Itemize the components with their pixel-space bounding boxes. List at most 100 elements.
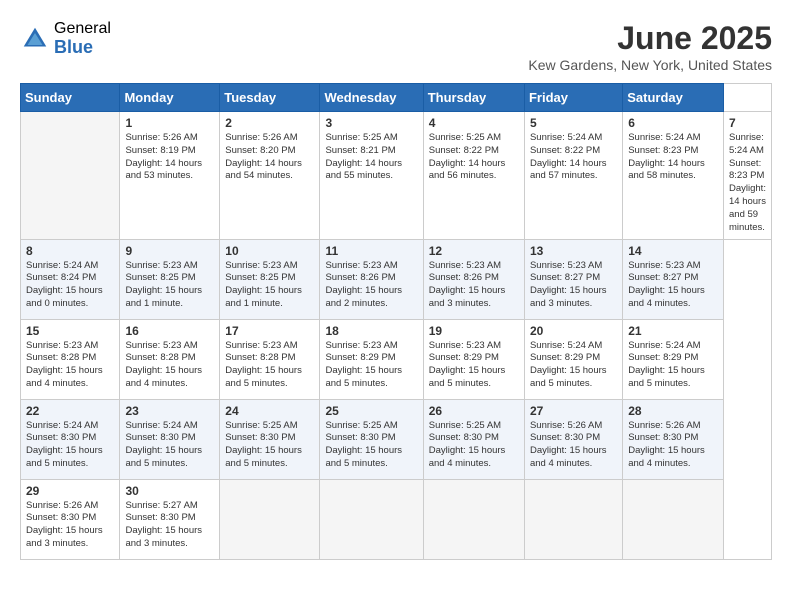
day-info: Sunrise: 5:24 AM Sunset: 8:29 PM Dayligh… (530, 340, 617, 391)
day-info: Sunrise: 5:25 AM Sunset: 8:22 PM Dayligh… (429, 132, 519, 183)
calendar-cell: 30 Sunrise: 5:27 AM Sunset: 8:30 PM Dayli… (120, 479, 220, 559)
day-info: Sunrise: 5:24 AM Sunset: 8:24 PM Dayligh… (26, 260, 114, 311)
calendar-cell: 23 Sunrise: 5:24 AM Sunset: 8:30 PM Dayli… (120, 399, 220, 479)
calendar-cell: 3 Sunrise: 5:25 AM Sunset: 8:21 PM Daylig… (320, 112, 423, 240)
day-number: 20 (530, 324, 617, 338)
day-info: Sunrise: 5:23 AM Sunset: 8:27 PM Dayligh… (628, 260, 718, 311)
logo-text: General Blue (54, 20, 111, 57)
day-info: Sunrise: 5:23 AM Sunset: 8:27 PM Dayligh… (530, 260, 617, 311)
weekday-header-monday: Monday (120, 84, 220, 112)
calendar-cell: 6Sunrise: 5:24 AM Sunset: 8:23 PM Daylig… (623, 112, 724, 240)
day-number: 30 (125, 484, 214, 498)
day-info: Sunrise: 5:26 AM Sunset: 8:20 PM Dayligh… (225, 132, 314, 183)
day-info: Sunrise: 5:25 AM Sunset: 8:30 PM Dayligh… (225, 420, 314, 471)
week-row-4: 22 Sunrise: 5:24 AM Sunset: 8:30 PM Dayli… (21, 399, 772, 479)
day-number: 22 (26, 404, 114, 418)
day-number: 25 (325, 404, 417, 418)
day-info: Sunrise: 5:23 AM Sunset: 8:26 PM Dayligh… (429, 260, 519, 311)
day-info: Sunrise: 5:23 AM Sunset: 8:26 PM Dayligh… (325, 260, 417, 311)
day-number: 2 (225, 116, 314, 130)
day-number: 21 (628, 324, 718, 338)
calendar-cell (423, 479, 524, 559)
day-info: Sunrise: 5:24 AM Sunset: 8:30 PM Dayligh… (125, 420, 214, 471)
month-title: June 2025 (528, 20, 772, 57)
day-info: Sunrise: 5:25 AM Sunset: 8:30 PM Dayligh… (429, 420, 519, 471)
location: Kew Gardens, New York, United States (528, 57, 772, 73)
calendar-cell: 29 Sunrise: 5:26 AM Sunset: 8:30 PM Dayli… (21, 479, 120, 559)
day-number: 5 (530, 116, 617, 130)
day-number: 17 (225, 324, 314, 338)
calendar-cell: 14Sunrise: 5:23 AM Sunset: 8:27 PM Dayli… (623, 239, 724, 319)
calendar-cell: 20 Sunrise: 5:24 AM Sunset: 8:29 PM Dayli… (524, 319, 622, 399)
day-number: 9 (125, 244, 214, 258)
calendar-cell: 15Sunrise: 5:23 AM Sunset: 8:28 PM Dayli… (21, 319, 120, 399)
day-number: 3 (325, 116, 417, 130)
day-number: 28 (628, 404, 718, 418)
calendar-cell (220, 479, 320, 559)
calendar-cell (623, 479, 724, 559)
day-number: 7 (729, 116, 766, 130)
calendar-cell (21, 112, 120, 240)
calendar-cell (320, 479, 423, 559)
calendar-cell: 13 Sunrise: 5:23 AM Sunset: 8:27 PM Dayli… (524, 239, 622, 319)
calendar-cell: 22 Sunrise: 5:24 AM Sunset: 8:30 PM Dayli… (21, 399, 120, 479)
day-info: Sunrise: 5:24 AM Sunset: 8:29 PM Dayligh… (628, 340, 718, 391)
weekday-header-sunday: Sunday (21, 84, 120, 112)
calendar-cell: 17Sunrise: 5:23 AM Sunset: 8:28 PM Dayli… (220, 319, 320, 399)
day-number: 12 (429, 244, 519, 258)
calendar-cell: 11 Sunrise: 5:23 AM Sunset: 8:26 PM Dayli… (320, 239, 423, 319)
day-info: Sunrise: 5:23 AM Sunset: 8:25 PM Dayligh… (125, 260, 214, 311)
day-info: Sunrise: 5:24 AM Sunset: 8:22 PM Dayligh… (530, 132, 617, 183)
day-number: 6 (628, 116, 718, 130)
calendar-cell: 12 Sunrise: 5:23 AM Sunset: 8:26 PM Dayli… (423, 239, 524, 319)
day-info: Sunrise: 5:23 AM Sunset: 8:25 PM Dayligh… (225, 260, 314, 311)
day-number: 23 (125, 404, 214, 418)
week-row-1: 1Sunrise: 5:26 AM Sunset: 8:19 PM Daylig… (21, 112, 772, 240)
weekday-header-tuesday: Tuesday (220, 84, 320, 112)
day-number: 19 (429, 324, 519, 338)
day-number: 1 (125, 116, 214, 130)
day-number: 13 (530, 244, 617, 258)
calendar-cell: 25 Sunrise: 5:25 AM Sunset: 8:30 PM Dayli… (320, 399, 423, 479)
day-info: Sunrise: 5:27 AM Sunset: 8:30 PM Dayligh… (125, 500, 214, 551)
day-number: 24 (225, 404, 314, 418)
calendar-cell: 10 Sunrise: 5:23 AM Sunset: 8:25 PM Dayli… (220, 239, 320, 319)
weekday-header-saturday: Saturday (623, 84, 724, 112)
weekday-header-wednesday: Wednesday (320, 84, 423, 112)
day-number: 10 (225, 244, 314, 258)
day-info: Sunrise: 5:23 AM Sunset: 8:28 PM Dayligh… (125, 340, 214, 391)
logo-blue: Blue (54, 38, 111, 58)
day-info: Sunrise: 5:25 AM Sunset: 8:21 PM Dayligh… (325, 132, 417, 183)
day-info: Sunrise: 5:25 AM Sunset: 8:30 PM Dayligh… (325, 420, 417, 471)
calendar-cell: 19 Sunrise: 5:23 AM Sunset: 8:29 PM Dayli… (423, 319, 524, 399)
day-info: Sunrise: 5:26 AM Sunset: 8:30 PM Dayligh… (628, 420, 718, 471)
week-row-3: 15Sunrise: 5:23 AM Sunset: 8:28 PM Dayli… (21, 319, 772, 399)
calendar-cell: 8Sunrise: 5:24 AM Sunset: 8:24 PM Daylig… (21, 239, 120, 319)
day-info: Sunrise: 5:23 AM Sunset: 8:29 PM Dayligh… (325, 340, 417, 391)
weekday-header-friday: Friday (524, 84, 622, 112)
calendar-cell: 5 Sunrise: 5:24 AM Sunset: 8:22 PM Daylig… (524, 112, 622, 240)
logo-general: General (54, 20, 111, 38)
calendar-cell: 18 Sunrise: 5:23 AM Sunset: 8:29 PM Dayli… (320, 319, 423, 399)
day-number: 29 (26, 484, 114, 498)
day-number: 18 (325, 324, 417, 338)
calendar-cell (524, 479, 622, 559)
weekday-header-row: SundayMondayTuesdayWednesdayThursdayFrid… (21, 84, 772, 112)
calendar-cell: 1Sunrise: 5:26 AM Sunset: 8:19 PM Daylig… (120, 112, 220, 240)
day-number: 26 (429, 404, 519, 418)
day-number: 11 (325, 244, 417, 258)
title-block: June 2025 Kew Gardens, New York, United … (528, 20, 772, 73)
week-row-5: 29 Sunrise: 5:26 AM Sunset: 8:30 PM Dayli… (21, 479, 772, 559)
logo: General Blue (20, 20, 111, 57)
calendar-cell: 9 Sunrise: 5:23 AM Sunset: 8:25 PM Daylig… (120, 239, 220, 319)
logo-icon (20, 24, 50, 54)
calendar: SundayMondayTuesdayWednesdayThursdayFrid… (20, 83, 772, 560)
day-number: 27 (530, 404, 617, 418)
day-number: 16 (125, 324, 214, 338)
calendar-cell: 21 Sunrise: 5:24 AM Sunset: 8:29 PM Dayli… (623, 319, 724, 399)
day-info: Sunrise: 5:24 AM Sunset: 8:30 PM Dayligh… (26, 420, 114, 471)
day-info: Sunrise: 5:23 AM Sunset: 8:29 PM Dayligh… (429, 340, 519, 391)
calendar-cell: 2 Sunrise: 5:26 AM Sunset: 8:20 PM Daylig… (220, 112, 320, 240)
day-info: Sunrise: 5:26 AM Sunset: 8:30 PM Dayligh… (26, 500, 114, 551)
calendar-cell: 26 Sunrise: 5:25 AM Sunset: 8:30 PM Dayli… (423, 399, 524, 479)
